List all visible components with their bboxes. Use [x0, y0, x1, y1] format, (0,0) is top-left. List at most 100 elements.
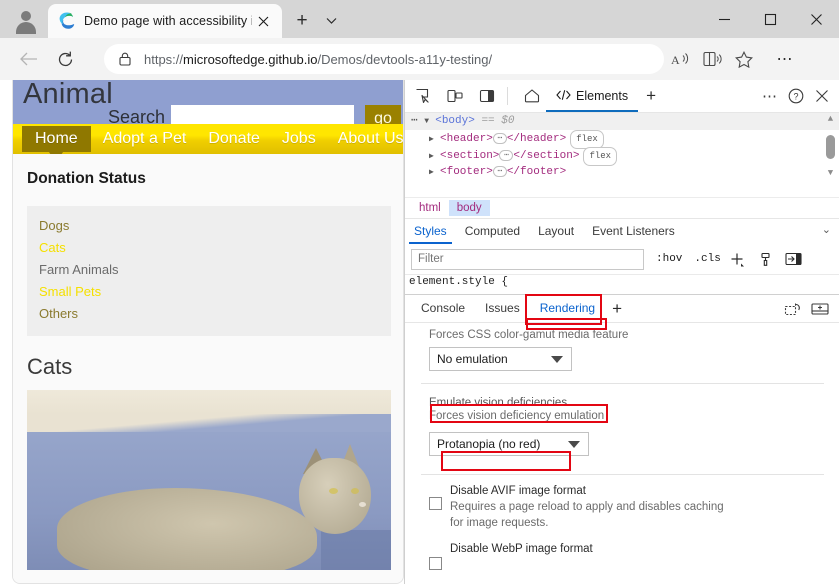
close-window-button[interactable]	[793, 0, 839, 38]
breadcrumb-item-html[interactable]: html	[411, 200, 449, 216]
dom-row[interactable]: ⋯ ▼<body> == $0	[405, 113, 839, 130]
dock-side-icon[interactable]	[473, 82, 501, 110]
dom-expand-triangle[interactable]: ▶	[429, 148, 440, 165]
category-small-pets[interactable]: Small Pets	[39, 281, 379, 303]
dom-collapsed-children-icon[interactable]: ⋯	[499, 150, 513, 161]
dom-row[interactable]: ▶<footer>⋯</footer>	[405, 164, 839, 181]
dom-row-partial[interactable]	[405, 181, 839, 187]
color-gamut-select[interactable]: No emulation	[429, 347, 572, 371]
dom-tag-section-open: <section>	[440, 150, 499, 162]
read-aloud-icon[interactable]: A	[664, 44, 696, 74]
device-emulation-icon[interactable]	[441, 82, 469, 110]
reload-icon[interactable]	[50, 44, 80, 74]
devtools-more-icon[interactable]: ⋯	[757, 82, 783, 110]
cls-toggle[interactable]: .cls	[694, 253, 720, 265]
tab-close-icon[interactable]	[252, 10, 274, 32]
dom-expand-triangle[interactable]: ▼	[424, 113, 435, 130]
minimize-button[interactable]	[701, 0, 747, 38]
chevron-down-icon[interactable]: ⌄	[822, 223, 831, 236]
tab-computed[interactable]: Computed	[456, 219, 529, 244]
tab-styles[interactable]: Styles	[405, 219, 456, 244]
browser-tab[interactable]: Demo page with accessibility issues	[48, 4, 282, 38]
dom-row-menu-icon[interactable]: ⋯	[411, 115, 418, 127]
dom-row[interactable]: ▶<section>⋯</section>flex	[405, 147, 839, 164]
donation-category-list: Dogs Cats Farm Animals Small Pets Others	[27, 206, 391, 336]
dom-tag-body: <body>	[435, 115, 475, 127]
devtools-close-icon[interactable]	[809, 82, 835, 110]
devtools-help-icon[interactable]: ?	[783, 82, 809, 110]
category-dogs[interactable]: Dogs	[39, 215, 379, 237]
scroll-up-arrow-icon[interactable]: ▲	[825, 114, 836, 125]
restore-drawer-icon[interactable]	[778, 297, 806, 321]
element-style-rule[interactable]: element.style {	[405, 274, 839, 289]
element-classes-icon[interactable]	[755, 248, 777, 270]
tab-actions-menu-icon[interactable]	[318, 8, 344, 34]
svg-text:A: A	[671, 53, 680, 67]
site-nav-item-about-us[interactable]: About Us	[338, 130, 404, 148]
toggle-computed-sidebar-icon[interactable]	[783, 248, 805, 270]
hov-toggle[interactable]: :hov	[656, 253, 682, 265]
color-gamut-description: Forces CSS color-gamut media feature	[429, 329, 828, 341]
disable-webp-checkbox[interactable]	[429, 557, 442, 570]
dom-expand-triangle[interactable]: ▶	[429, 164, 440, 181]
tab-event-listeners[interactable]: Event Listeners	[583, 219, 684, 244]
breadcrumb-item-body[interactable]: body	[449, 200, 490, 216]
disable-webp-description-clipped	[450, 557, 593, 573]
site-nav-item-jobs[interactable]: Jobs	[282, 130, 316, 148]
tab-layout[interactable]: Layout	[529, 219, 583, 244]
dom-tree[interactable]: ⋯ ▼<body> == $0 ▶<header>⋯</header>flex …	[405, 113, 839, 197]
dom-collapsed-children-icon[interactable]: ⋯	[493, 133, 507, 144]
devtools-tab-elements[interactable]: Elements	[546, 80, 638, 112]
back-arrow-icon[interactable]	[14, 44, 44, 74]
home-icon[interactable]	[518, 82, 546, 110]
vision-deficiency-select[interactable]: Protanopia (no red)	[429, 432, 589, 456]
tab-title: Demo page with accessibility issues	[84, 14, 252, 28]
category-others[interactable]: Others	[39, 303, 379, 325]
drawer-add-tab-button[interactable]: +	[605, 297, 629, 321]
scrollbar-thumb[interactable]	[826, 135, 835, 159]
address-bar[interactable]: https://microsoftedge.github.io/Demos/de…	[104, 44, 664, 74]
category-farm-animals[interactable]: Farm Animals	[39, 259, 379, 281]
dom-flex-badge[interactable]: flex	[583, 147, 617, 166]
devtools-toolbar-right: ⋯ ?	[757, 82, 835, 110]
immersive-reader-icon[interactable]	[696, 44, 728, 74]
demo-site: Animal Search go Home Adopt a Pet Donate…	[12, 80, 404, 584]
url-path: /Demos/devtools-a11y-testing/	[317, 52, 492, 67]
site-nav-item-donate[interactable]: Donate	[208, 130, 260, 148]
breadcrumb: html body	[405, 197, 839, 218]
site-nav-item-home[interactable]: Home	[22, 126, 91, 152]
dom-tag-footer-open: <footer>	[440, 166, 493, 178]
disable-avif-checkbox[interactable]	[429, 497, 442, 510]
site-nav: Home Adopt a Pet Donate Jobs About Us	[13, 124, 404, 154]
dom-collapsed-children-icon[interactable]: ⋯	[493, 166, 507, 177]
drawer-tab-rendering[interactable]: Rendering	[530, 295, 605, 322]
styles-filter-input[interactable]	[411, 249, 644, 270]
disable-webp-setting[interactable]: Disable WebP image format	[429, 541, 828, 573]
dom-tree-scrollbar[interactable]: ▲ ▼	[824, 113, 837, 197]
devtools-add-tab-button[interactable]: +	[638, 83, 664, 109]
profile-button[interactable]	[8, 5, 44, 35]
new-tab-button[interactable]: +	[288, 8, 316, 34]
maximize-button[interactable]	[747, 0, 793, 38]
disable-webp-title: Disable WebP image format	[450, 541, 593, 557]
star-icon[interactable]	[728, 44, 760, 74]
browser-more-menu-icon[interactable]: ⋯	[770, 44, 800, 74]
drawer-tab-console[interactable]: Console	[411, 295, 475, 322]
dom-row[interactable]: ▶<header>⋯</header>flex	[405, 130, 839, 147]
cat-photo	[27, 390, 391, 570]
disable-avif-setting[interactable]: Disable AVIF image format Requires a pag…	[429, 483, 828, 531]
inspect-element-icon[interactable]	[409, 82, 437, 110]
divider	[421, 474, 824, 475]
dom-expand-triangle[interactable]: ▶	[429, 131, 440, 148]
page-body: Donation Status Dogs Cats Farm Animals S…	[13, 154, 404, 583]
drawer-tab-issues[interactable]: Issues	[475, 295, 530, 322]
category-cats[interactable]: Cats	[39, 237, 379, 259]
dock-drawer-icon[interactable]	[806, 297, 834, 321]
title-bar: Demo page with accessibility issues +	[0, 0, 839, 38]
browser-window: Demo page with accessibility issues +	[0, 0, 839, 584]
add-style-rule-icon[interactable]	[727, 248, 749, 270]
site-nav-item-adopt-a-pet[interactable]: Adopt a Pet	[103, 130, 187, 148]
scroll-down-arrow-icon[interactable]: ▼	[825, 168, 836, 179]
dom-tag-footer-close: </footer>	[507, 166, 566, 178]
url-scheme: https://	[144, 52, 183, 67]
